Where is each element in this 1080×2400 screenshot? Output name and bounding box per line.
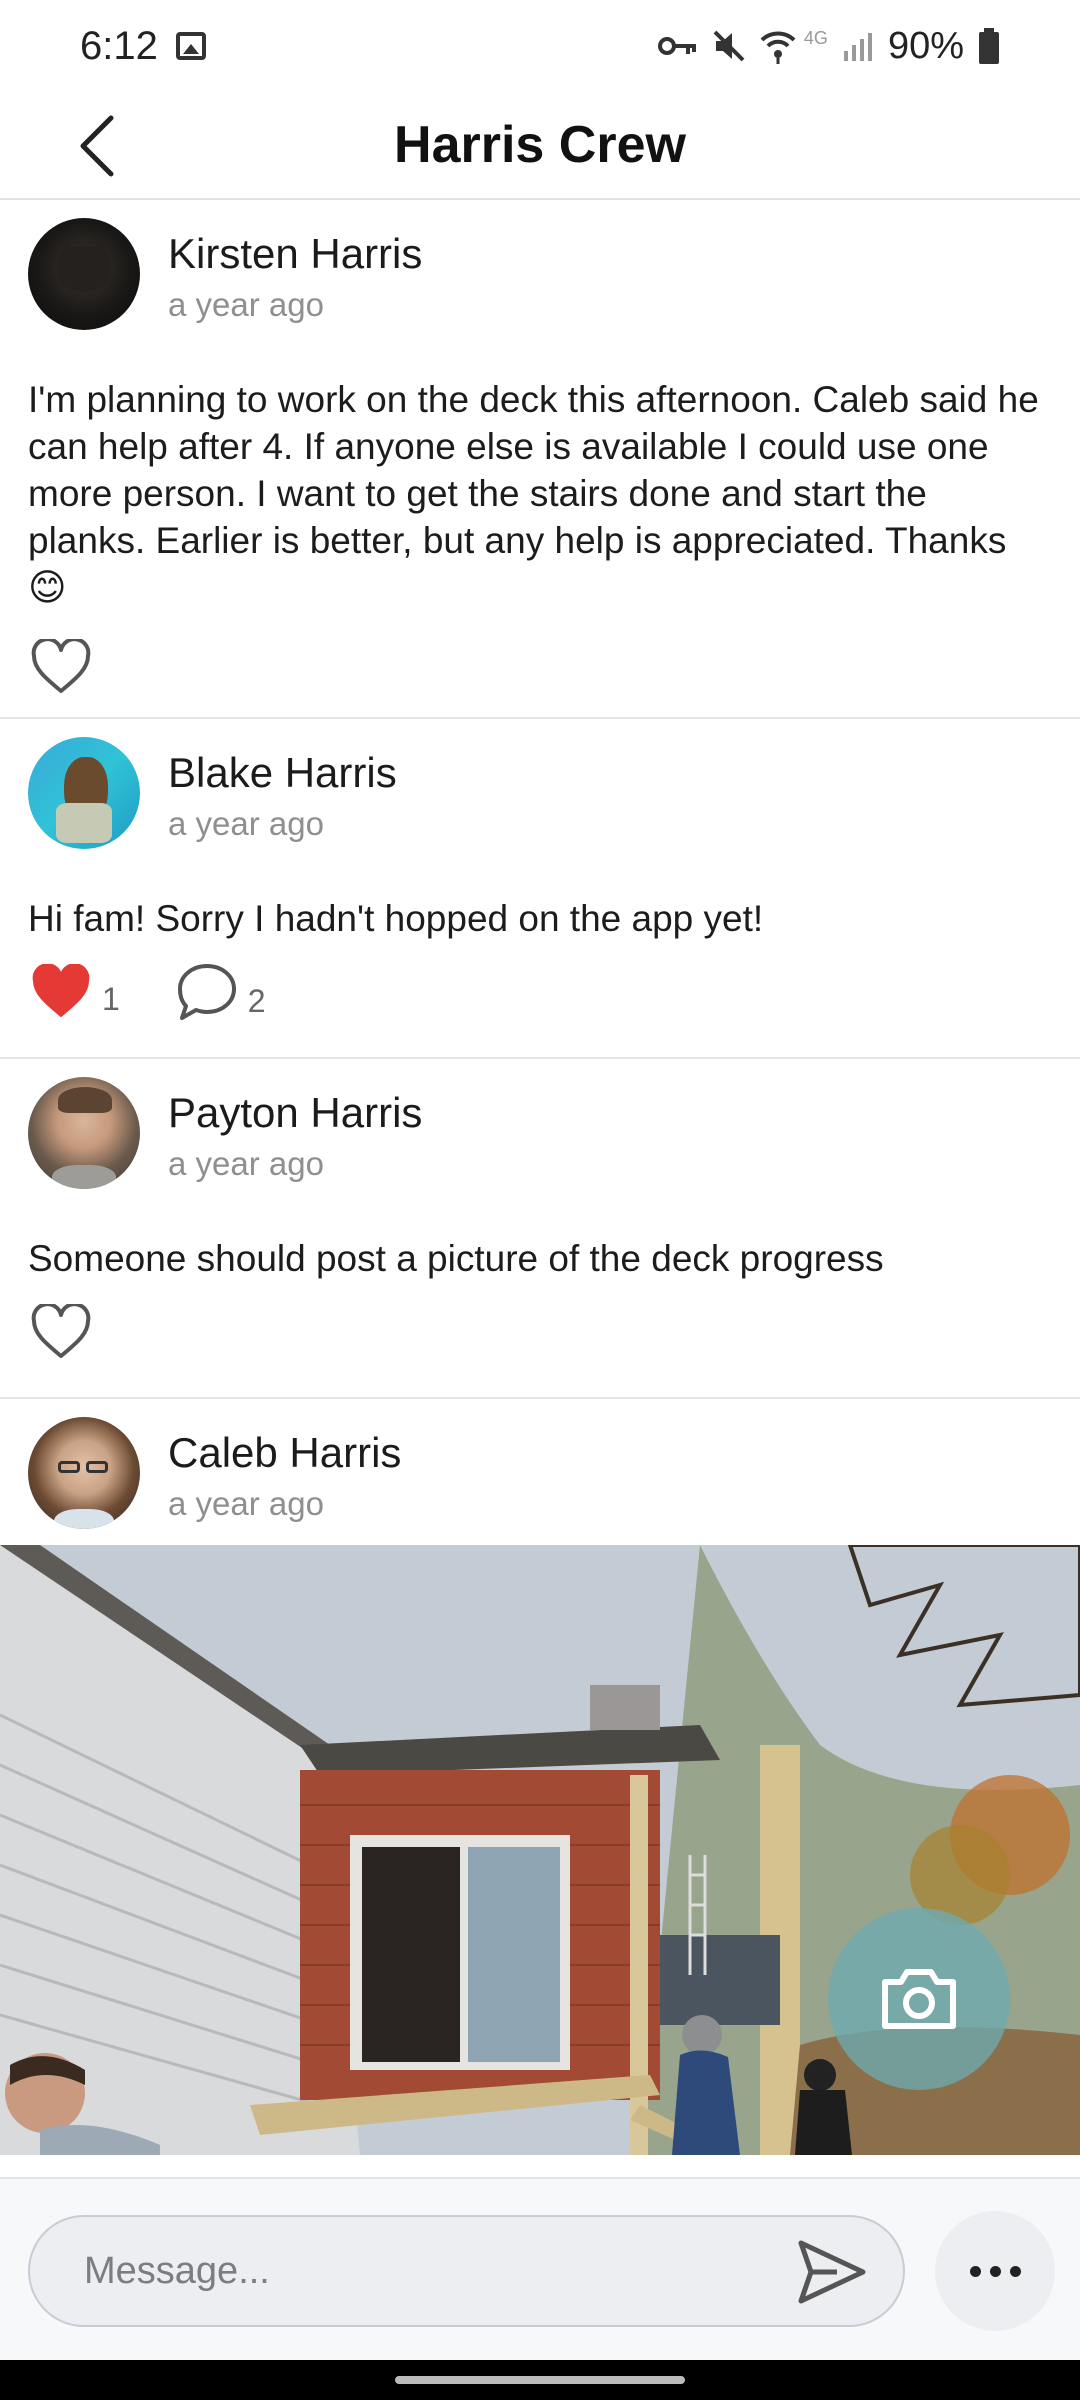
post-timestamp: a year ago [168,805,324,842]
status-bar: 6:12 4G 90% [0,0,1080,92]
author-name[interactable]: Kirsten Harris [168,226,422,282]
post-timestamp: a year ago [168,286,324,323]
avatar[interactable] [28,1417,140,1529]
post-text: Someone should post a picture of the dec… [28,1238,884,1279]
post-timestamp: a year ago [168,1145,324,1182]
network-type: 4G [803,27,828,48]
wifi-icon [760,31,796,64]
vpn-key-icon [657,37,696,55]
like-button[interactable]: 1 [30,964,120,1020]
battery-icon [979,28,999,64]
status-icons: 4G 90% [657,24,1000,68]
post: Kirsten Harris a year ago I'm planning t… [0,200,1080,719]
post: Payton Harris a year ago Someone should … [0,1059,1080,1399]
page-title: Harris Crew [394,116,686,174]
camera-button[interactable] [828,1908,1010,2090]
post-text: Hi fam! Sorry I hadn't hopped on the app… [28,898,764,939]
author-name[interactable]: Payton Harris [168,1085,422,1141]
image-icon [175,32,206,60]
like-button[interactable] [30,639,92,695]
system-nav-bar [0,2360,1080,2400]
send-icon [798,2240,866,2304]
mute-icon [713,30,745,62]
heart-outline-icon [31,1304,91,1358]
camera-icon [882,1969,956,2029]
post: Blake Harris a year ago Hi fam! Sorry I … [0,719,1080,1059]
battery-percent: 90% [887,24,964,67]
like-count: 1 [102,981,120,1017]
home-indicator[interactable] [395,2376,685,2384]
avatar[interactable] [28,218,140,330]
like-button[interactable] [30,1304,92,1360]
heart-outline-icon [31,639,91,693]
status-time: 6:12 [80,23,158,68]
signal-icon [843,33,872,61]
message-feed[interactable]: Kirsten Harris a year ago I'm planning t… [0,200,1080,2177]
comment-button[interactable]: 2 [176,962,266,1022]
heart-filled-icon [32,964,90,1018]
avatar[interactable] [28,1077,140,1189]
message-field[interactable] [28,2215,905,2327]
comment-count: 2 [247,983,266,1019]
avatar[interactable] [28,737,140,849]
author-name[interactable]: Caleb Harris [168,1425,401,1481]
send-button[interactable] [797,2239,867,2305]
chevron-left-icon [80,115,114,177]
message-input[interactable] [84,2217,784,2325]
more-horizontal-icon [969,2265,981,2277]
back-button[interactable] [62,106,132,186]
post-text: I'm planning to work on the deck this af… [28,379,1039,608]
more-options-button[interactable] [935,2211,1055,2331]
author-name[interactable]: Blake Harris [168,745,397,801]
message-composer [0,2177,1080,2360]
post-timestamp: a year ago [168,1485,324,1522]
app-header: Harris Crew [0,92,1080,200]
comment-icon [177,964,236,1020]
